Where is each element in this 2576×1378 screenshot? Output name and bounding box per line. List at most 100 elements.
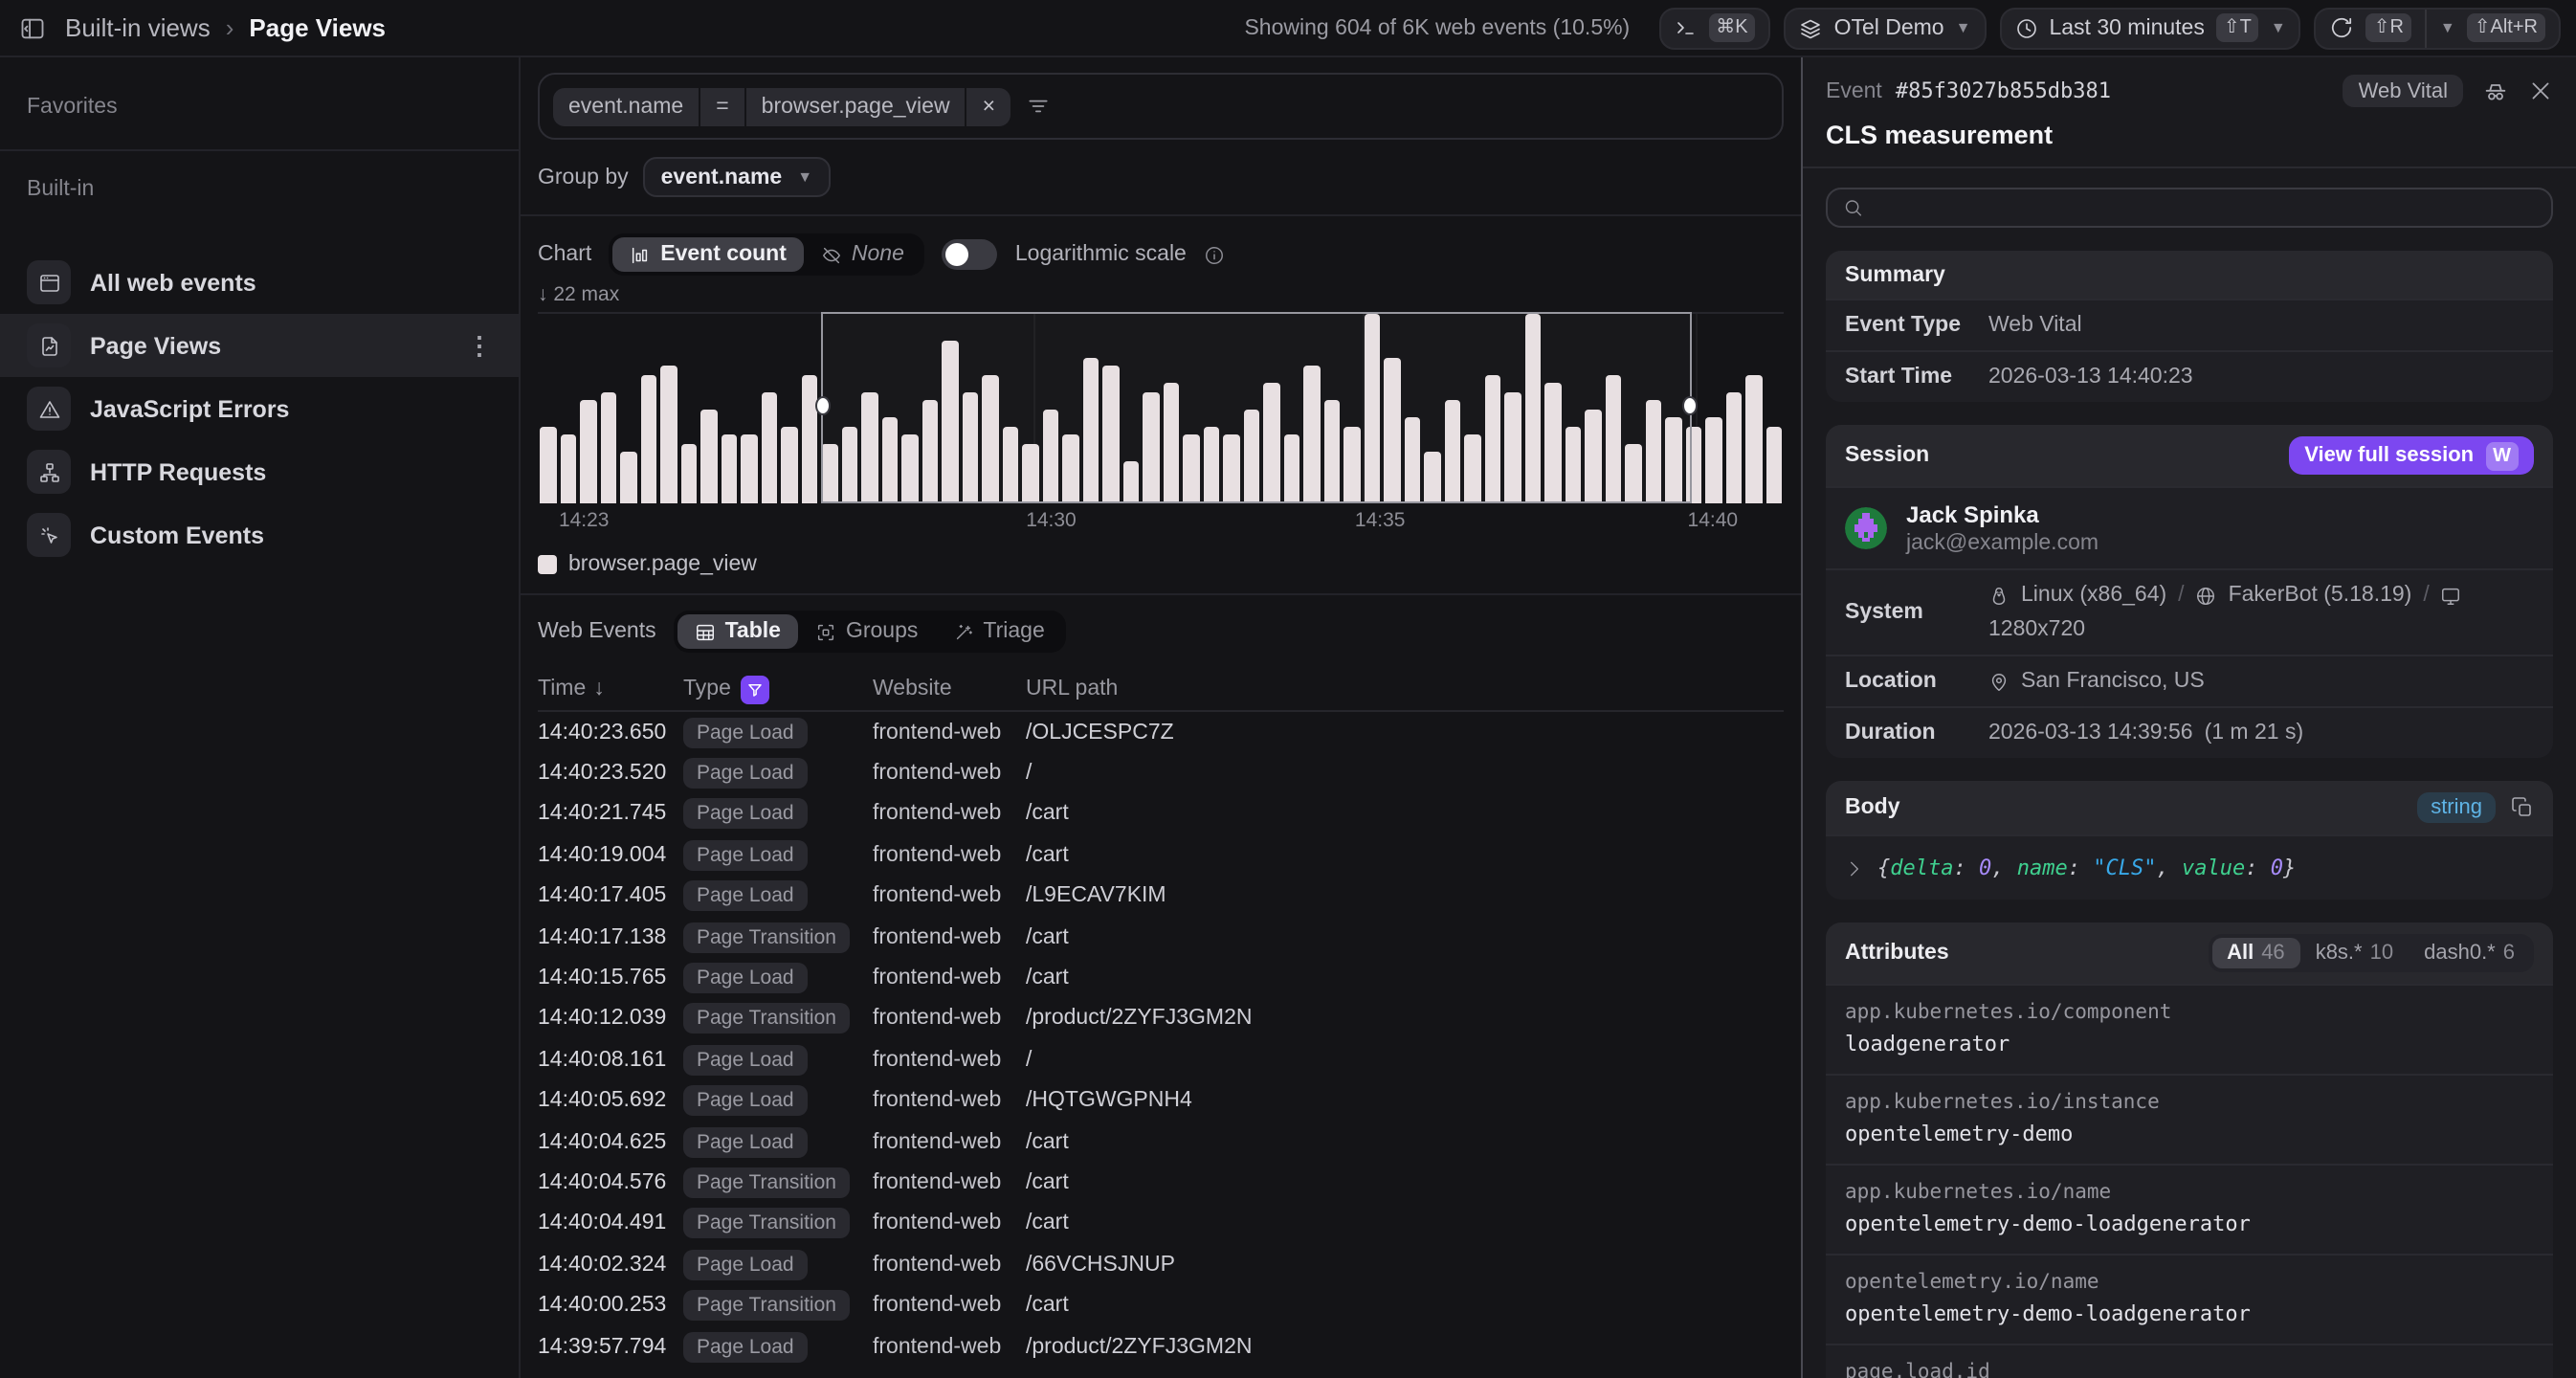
table-row[interactable]: 14:40:17.405 Page Load frontend-web /L9E… bbox=[538, 876, 1784, 917]
event-type-badge: Page Load bbox=[683, 798, 808, 830]
body-card: Body string {delta: 0, name: "CLS", valu… bbox=[1826, 781, 2553, 900]
table-row[interactable]: 14:40:08.161 Page Load frontend-web / bbox=[538, 1039, 1784, 1080]
group-by-select[interactable]: event.name ▼ bbox=[643, 157, 831, 197]
logarithmic-scale-label: Logarithmic scale bbox=[1014, 243, 1187, 266]
table-row[interactable]: 14:40:23.650 Page Load frontend-web /OLJ… bbox=[538, 712, 1784, 753]
event-type-badge: Page Transition bbox=[683, 1003, 850, 1034]
filter-lines-icon[interactable] bbox=[1026, 94, 1051, 119]
table-row[interactable]: 14:40:21.745 Page Load frontend-web /car… bbox=[538, 794, 1784, 835]
column-filter-icon[interactable] bbox=[740, 675, 769, 703]
browser-value: FakerBot (5.18.19) bbox=[2228, 584, 2412, 607]
attr-tab-k8s[interactable]: k8s.* 10 bbox=[2300, 938, 2409, 968]
search-icon bbox=[1845, 200, 1862, 216]
sidebar-item-all-web-events[interactable]: All web events bbox=[0, 251, 519, 314]
brush-handle-left[interactable] bbox=[814, 396, 831, 416]
metric-none-option[interactable]: None bbox=[804, 237, 922, 272]
attr-tab-dash0[interactable]: dash0.* 6 bbox=[2409, 938, 2530, 968]
table-row[interactable]: 14:40:04.576 Page Transition frontend-we… bbox=[538, 1163, 1784, 1204]
body-json-row[interactable]: {delta: 0, name: "CLS", value: 0} bbox=[1826, 834, 2553, 900]
filter-operator[interactable]: = bbox=[700, 87, 744, 125]
divider bbox=[2424, 9, 2427, 47]
tab-groups[interactable]: Groups bbox=[798, 614, 935, 649]
web-events-section: Web Events Table Groups Triage Time ↓ Ty… bbox=[521, 595, 1801, 1378]
table-row[interactable]: 14:40:04.625 Page Load frontend-web /car… bbox=[538, 1122, 1784, 1163]
attribute-value: opentelemetry-demo bbox=[1845, 1122, 2074, 1146]
event-website: frontend-web bbox=[873, 1007, 1002, 1031]
legend-checkbox[interactable] bbox=[538, 555, 557, 574]
table-row[interactable]: 14:40:19.004 Page Load frontend-web /car… bbox=[538, 834, 1784, 876]
event-url-path: /L9ECAV7KIM bbox=[1026, 884, 1166, 908]
search-input[interactable] bbox=[1875, 196, 2536, 219]
sidebar-item-page-views[interactable]: Page Views ⋮ bbox=[0, 314, 519, 377]
table-row[interactable]: 14:40:23.520 Page Load frontend-web / bbox=[538, 753, 1784, 794]
event-type-badge: Page Load bbox=[683, 1085, 808, 1117]
event-time: 14:40:04.576 bbox=[538, 1170, 667, 1194]
event-type-badge: Web Vital bbox=[2343, 75, 2463, 107]
event-time: 14:40:00.253 bbox=[538, 1294, 667, 1318]
filter-value[interactable]: browser.page_view bbox=[745, 87, 966, 125]
event-website: frontend-web bbox=[873, 925, 1002, 949]
table-row[interactable]: 14:40:12.039 Page Transition frontend-we… bbox=[538, 998, 1784, 1039]
column-header-url-path[interactable]: URL path bbox=[1026, 678, 1784, 700]
event-time: 14:40:17.138 bbox=[538, 925, 667, 949]
close-icon[interactable] bbox=[2528, 78, 2553, 103]
metric-event-count-option[interactable]: Event count bbox=[612, 237, 804, 272]
filter-chip[interactable]: event.name = browser.page_view × bbox=[553, 87, 1010, 125]
event-website: frontend-web bbox=[873, 721, 1002, 745]
refresh-button-group[interactable]: ⇧R ▼ ⇧Alt+R bbox=[2314, 7, 2561, 49]
sidebar-item-javascript-errors[interactable]: JavaScript Errors bbox=[0, 377, 519, 440]
event-website: frontend-web bbox=[873, 1170, 1002, 1194]
events-bar-chart: ↓ 22 max 14:23 14:30 14:35 14:40 browser… bbox=[538, 283, 1784, 576]
table-row[interactable]: 14:40:02.324 Page Load frontend-web /66V… bbox=[538, 1244, 1784, 1285]
sidebar-item-http-requests[interactable]: HTTP Requests bbox=[0, 440, 519, 503]
event-type-badge: Page Load bbox=[683, 717, 808, 748]
chart-controls: Chart Event count None Logarithmic scale bbox=[538, 233, 1784, 276]
body-json: {delta: 0, name: "CLS", value: 0} bbox=[1877, 856, 2297, 880]
table-row[interactable]: 14:40:15.765 Page Load frontend-web /car… bbox=[538, 958, 1784, 999]
attribute-search[interactable] bbox=[1826, 188, 2553, 228]
column-header-type[interactable]: Type bbox=[683, 675, 873, 703]
chart-legend-item[interactable]: browser.page_view bbox=[538, 553, 1784, 576]
sidebar-item-custom-events[interactable]: Custom Events bbox=[0, 503, 519, 567]
kebab-menu-icon[interactable]: ⋮ bbox=[467, 330, 492, 361]
attributes-header: Attributes All 46 k8s.* 10 dash0.* 6 bbox=[1826, 922, 2553, 984]
attr-tab-all[interactable]: All 46 bbox=[2211, 938, 2300, 968]
incognito-icon[interactable] bbox=[2482, 78, 2509, 104]
command-palette-button[interactable]: ⌘K bbox=[1658, 7, 1771, 49]
copy-icon[interactable] bbox=[2511, 796, 2534, 819]
column-header-website[interactable]: Website bbox=[873, 678, 1026, 700]
layers-icon bbox=[1801, 18, 1821, 38]
view-full-session-button[interactable]: View full session W bbox=[2289, 436, 2534, 475]
breadcrumb-section[interactable]: Built-in views bbox=[65, 13, 211, 42]
sidebar-toggle-icon[interactable] bbox=[19, 14, 46, 41]
attribute-row: app.kubernetes.io/instance opentelemetry… bbox=[1826, 1074, 2553, 1164]
warning-triangle-icon bbox=[27, 387, 71, 431]
table-row[interactable]: 14:40:17.138 Page Transition frontend-we… bbox=[538, 917, 1784, 958]
tab-triage[interactable]: Triage bbox=[935, 614, 1061, 649]
session-duration-row: Duration 2026-03-13 14:39:56 (1 m 21 s) bbox=[1826, 706, 2553, 758]
column-header-time[interactable]: Time ↓ bbox=[538, 678, 683, 700]
table-header: Time ↓ Type Website URL path bbox=[538, 668, 1784, 712]
time-range-label: Last 30 minutes bbox=[2049, 16, 2205, 39]
info-icon[interactable] bbox=[1204, 244, 1225, 265]
logarithmic-scale-toggle[interactable] bbox=[942, 239, 998, 270]
chart-bar bbox=[540, 426, 556, 503]
table-row[interactable]: 14:40:00.253 Page Transition frontend-we… bbox=[538, 1285, 1784, 1326]
table-row[interactable]: 14:39:57.794 Page Load frontend-web /pro… bbox=[538, 1326, 1784, 1367]
event-id: #85f3027b855db381 bbox=[1895, 78, 2112, 103]
time-selection-brush[interactable] bbox=[814, 312, 1699, 503]
breadcrumb-chevron-icon: › bbox=[225, 13, 234, 42]
time-range-button[interactable]: Last 30 minutes ⇧T ▼ bbox=[1999, 7, 2301, 49]
web-events-label: Web Events bbox=[538, 620, 656, 643]
event-url-path: /cart bbox=[1026, 1211, 1069, 1235]
event-website: frontend-web bbox=[873, 1253, 1002, 1277]
event-time: 14:40:19.004 bbox=[538, 843, 667, 867]
browser-window-icon bbox=[27, 260, 71, 304]
event-website: frontend-web bbox=[873, 762, 1002, 786]
filter-field[interactable]: event.name bbox=[553, 87, 700, 125]
table-row[interactable]: 14:40:05.692 Page Load frontend-web /HQT… bbox=[538, 1080, 1784, 1122]
table-row[interactable]: 14:40:04.491 Page Transition frontend-we… bbox=[538, 1203, 1784, 1244]
dataset-selector-button[interactable]: OTel Demo ▼ bbox=[1784, 7, 1987, 49]
remove-filter-icon[interactable]: × bbox=[966, 87, 1010, 125]
tab-table[interactable]: Table bbox=[677, 614, 798, 649]
